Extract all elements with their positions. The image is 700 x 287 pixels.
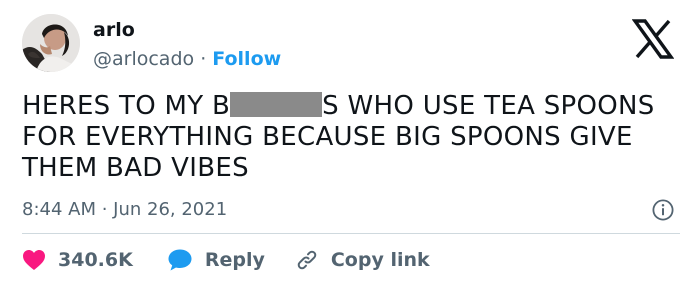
speech-bubble-icon <box>167 248 193 272</box>
tweet-timestamp[interactable]: 8:44 AM · Jun 26, 2021 <box>22 198 227 222</box>
tweet-actions: 340.6K Reply Copy link <box>22 246 430 274</box>
follow-button[interactable]: Follow <box>212 48 281 70</box>
handle-row: @arlocado · Follow <box>93 47 281 71</box>
tweet-card: arlo @arlocado · Follow HERES TO MY BS W… <box>0 0 700 287</box>
tweet-text-start: HERES TO MY B <box>22 91 231 121</box>
x-logo-icon[interactable] <box>632 18 674 60</box>
avatar[interactable] <box>22 14 80 72</box>
divider <box>22 233 680 234</box>
link-icon <box>295 248 319 272</box>
reply-label: Reply <box>204 249 265 271</box>
avatar-photo <box>22 14 80 72</box>
handle-separator: · <box>200 48 207 70</box>
heart-icon <box>22 249 46 271</box>
author-name[interactable]: arlo <box>93 18 135 42</box>
censor-block <box>230 92 323 117</box>
info-icon[interactable] <box>651 198 675 222</box>
like-button[interactable]: 340.6K <box>22 248 133 272</box>
reply-button[interactable]: Reply <box>167 248 265 272</box>
like-count: 340.6K <box>58 249 133 271</box>
author-handle[interactable]: @arlocado <box>93 48 194 70</box>
copy-link-button[interactable]: Copy link <box>295 248 430 272</box>
copy-link-label: Copy link <box>330 249 430 271</box>
tweet-text: HERES TO MY BS WHO USE TEA SPOONS FOR EV… <box>22 91 682 184</box>
